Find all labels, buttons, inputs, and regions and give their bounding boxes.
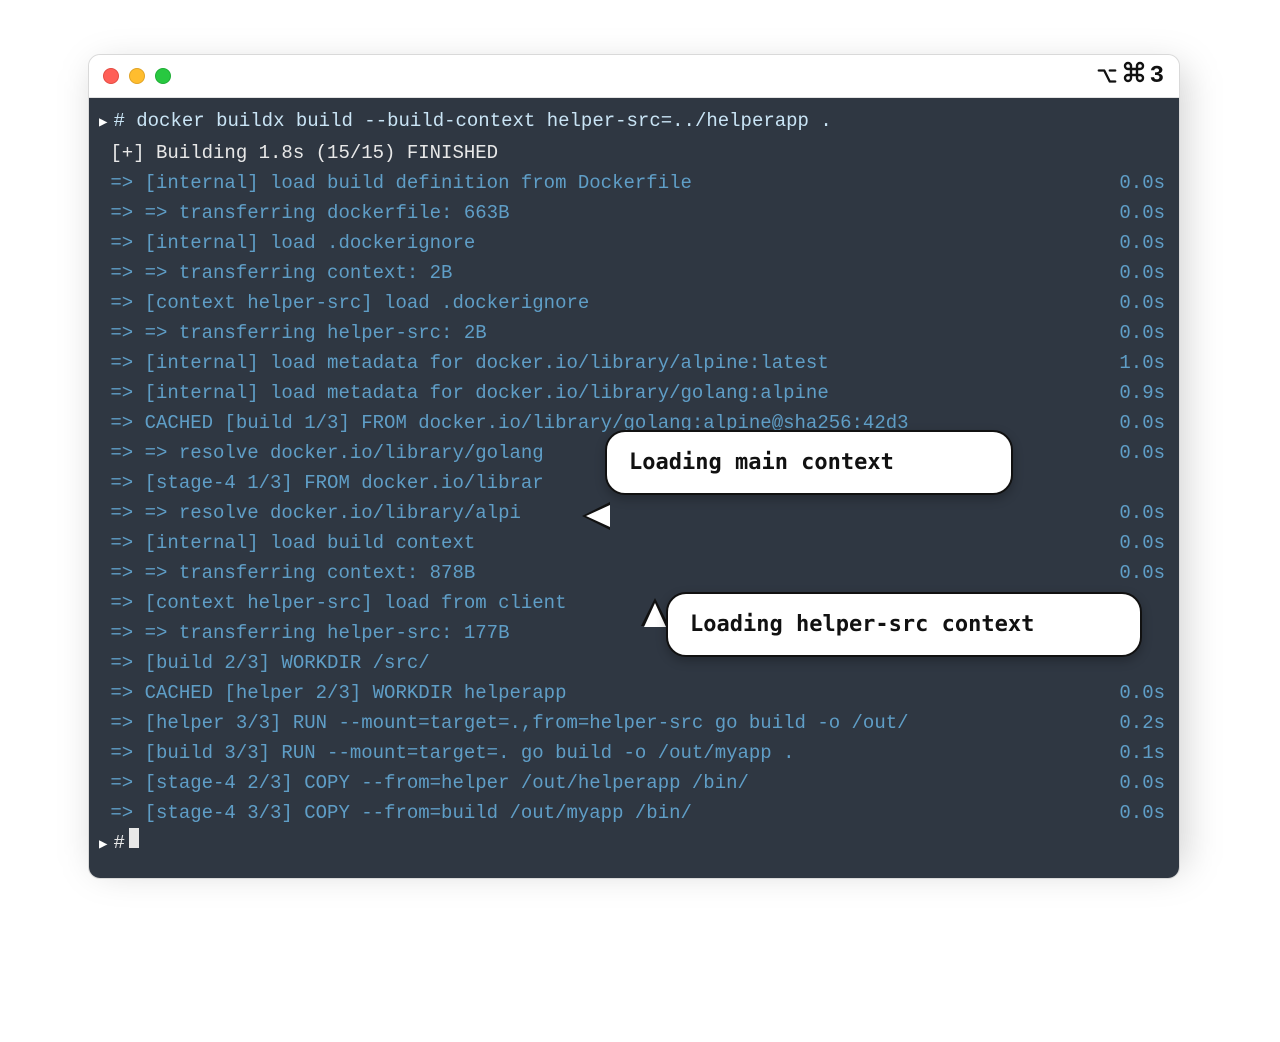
build-line: => => transferring dockerfile: 663B0.0s [99,198,1165,228]
callout-helper-context: Loading helper-src context [666,592,1142,657]
callout-text: Loading helper-src context [690,612,1034,637]
close-icon[interactable] [103,68,119,84]
titlebar: 3 [89,55,1179,98]
build-line: => [internal] load .dockerignore0.0s [99,228,1165,258]
build-line: => [stage-4 2/3] COPY --from=helper /out… [99,768,1165,798]
prompt-line: ▶ # docker buildx build --build-context … [99,106,1165,138]
prompt-hash: # [113,106,124,136]
stage: 3 ▶ # docker buildx build --build-contex… [0,0,1280,1042]
build-line: => [helper 3/3] RUN --mount=target=.,fro… [99,708,1165,738]
build-line: => => transferring context: 2B0.0s [99,258,1165,288]
build-line: => => transferring helper-src: 2B0.0s [99,318,1165,348]
build-line: => [internal] load build definition from… [99,168,1165,198]
titlebar-shortcut-number: 3 [1150,63,1165,90]
final-prompt: ▶ # [99,828,1165,860]
build-line: => [internal] load metadata for docker.i… [99,378,1165,408]
build-line: => [stage-4 3/3] COPY --from=build /out/… [99,798,1165,828]
prompt-triangle-icon: ▶ [99,830,107,860]
build-line: => [internal] load build context0.0s [99,528,1165,558]
build-line: => => resolve docker.io/library/alpi0.0s [99,498,1165,528]
zoom-icon[interactable] [155,68,171,84]
cursor-icon [129,828,139,848]
minimize-icon[interactable] [129,68,145,84]
titlebar-right: 3 [1096,60,1165,92]
build-line: => CACHED [helper 2/3] WORKDIR helperapp… [99,678,1165,708]
prompt-triangle-icon: ▶ [99,108,107,138]
option-key-icon [1096,65,1118,87]
traffic-lights [103,68,171,84]
build-line: => => transferring context: 878B0.0s [99,558,1165,588]
callout-tail [586,505,610,527]
callout-tail [644,603,666,627]
build-line: => [build 3/3] RUN --mount=target=. go b… [99,738,1165,768]
callout-text: Loading main context [629,450,894,475]
prompt-hash: # [113,828,124,858]
build-line: => [internal] load metadata for docker.i… [99,348,1165,378]
command-key-icon [1122,60,1146,92]
callout-main-context: Loading main context [605,430,1013,495]
prompt-command: docker buildx build --build-context help… [125,106,832,136]
status-line: [+] Building 1.8s (15/15) FINISHED [99,138,1165,168]
build-line: => [context helper-src] load .dockerigno… [99,288,1165,318]
